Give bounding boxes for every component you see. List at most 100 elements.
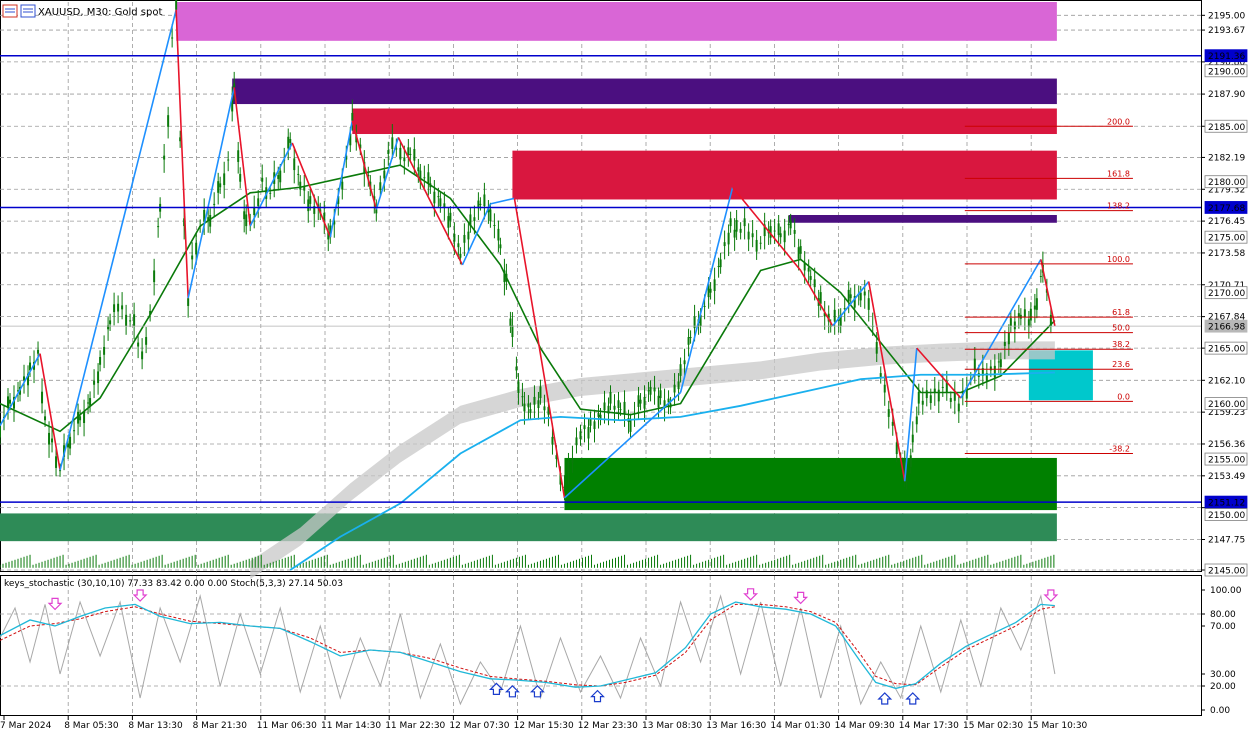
candle-body[interactable] — [73, 430, 76, 432]
candle-body[interactable] — [649, 386, 652, 395]
candle-body[interactable] — [0, 425, 1, 438]
candle-body[interactable] — [171, 37, 174, 39]
candle-body[interactable] — [257, 198, 260, 207]
candle-body[interactable] — [849, 294, 852, 299]
candle-body[interactable] — [499, 244, 502, 249]
candle-body[interactable] — [433, 191, 436, 204]
candle-body[interactable] — [141, 351, 144, 360]
candle-body[interactable] — [253, 207, 256, 215]
candle-body[interactable] — [925, 390, 928, 399]
candle-body[interactable] — [121, 305, 124, 310]
candle-body[interactable] — [543, 406, 546, 411]
candle-body[interactable] — [413, 148, 416, 161]
candle-body[interactable] — [911, 434, 914, 443]
candle-body[interactable] — [751, 233, 754, 238]
candle-body[interactable] — [473, 217, 476, 222]
candle-body[interactable] — [409, 153, 412, 155]
candle-body[interactable] — [719, 259, 722, 268]
candle-body[interactable] — [515, 366, 518, 371]
price-level-tag-label[interactable]: 2165.00 — [1208, 345, 1245, 355]
price-level-tag-label[interactable]: 2185.00 — [1208, 123, 1245, 133]
candle-body[interactable] — [479, 203, 482, 205]
candle-body[interactable] — [739, 228, 742, 233]
candle-body[interactable] — [93, 380, 96, 385]
candle-body[interactable] — [909, 455, 912, 468]
candle-body[interactable] — [523, 403, 526, 412]
candle-body[interactable] — [789, 220, 792, 229]
candle-body[interactable] — [309, 196, 312, 204]
candle-body[interactable] — [191, 255, 194, 260]
time-tick-label[interactable]: 14 Mar 01:30 — [770, 721, 830, 731]
candle-body[interactable] — [733, 229, 736, 238]
candle-body[interactable] — [1003, 342, 1006, 346]
candle-body[interactable] — [613, 405, 616, 410]
candle-body[interactable] — [493, 224, 496, 226]
candle-body[interactable] — [957, 403, 960, 412]
candle-body[interactable] — [905, 477, 908, 482]
candle-body[interactable] — [629, 420, 632, 432]
time-tick-label[interactable]: 14 Mar 17:30 — [899, 721, 959, 731]
candle-body[interactable] — [383, 170, 386, 179]
candle-body[interactable] — [219, 183, 222, 188]
candle-body[interactable] — [195, 242, 198, 255]
candle-body[interactable] — [439, 198, 442, 207]
candle-body[interactable] — [1035, 298, 1038, 310]
candle-body[interactable] — [509, 318, 512, 327]
time-tick-label[interactable]: 8 Mar 05:30 — [64, 721, 119, 731]
candle-body[interactable] — [797, 247, 800, 259]
candle-body[interactable] — [787, 223, 790, 225]
candle-body[interactable] — [1023, 309, 1026, 318]
price-level-tag-label[interactable]: 2175.00 — [1208, 234, 1245, 244]
candle-body[interactable] — [673, 384, 676, 393]
candle-body[interactable] — [657, 395, 660, 408]
candle-body[interactable] — [153, 270, 156, 283]
candle-body[interactable] — [643, 396, 646, 409]
price-level-tag-label[interactable]: 2170.00 — [1208, 289, 1245, 299]
candle-body[interactable] — [783, 230, 786, 243]
candle-body[interactable] — [713, 279, 716, 291]
candle-body[interactable] — [227, 159, 230, 161]
candle-body[interactable] — [847, 289, 850, 302]
candle-body[interactable] — [41, 391, 44, 404]
candle-body[interactable] — [563, 486, 566, 488]
time-tick-label[interactable]: 8 Mar 13:30 — [128, 721, 183, 731]
candle-body[interactable] — [157, 226, 160, 228]
candle-body[interactable] — [575, 437, 578, 446]
candle-body[interactable] — [773, 230, 776, 232]
time-tick-label[interactable]: 7 Mar 2024 — [0, 721, 52, 731]
candle-body[interactable] — [533, 396, 536, 405]
candle-body[interactable] — [867, 298, 870, 310]
time-tick-label[interactable]: 11 Mar 14:30 — [321, 721, 381, 731]
candle-body[interactable] — [99, 357, 102, 365]
price-level-tag-label[interactable]: 2160.00 — [1208, 400, 1245, 410]
candle-body[interactable] — [863, 291, 866, 296]
candle-body[interactable] — [759, 242, 762, 244]
candle-body[interactable] — [917, 391, 920, 404]
candle-body[interactable] — [37, 349, 40, 354]
candle-body[interactable] — [929, 395, 932, 404]
candle-body[interactable] — [755, 239, 758, 252]
candle-body[interactable] — [597, 413, 600, 417]
candle-body[interactable] — [403, 157, 406, 162]
candle-body[interactable] — [289, 139, 292, 143]
price-level-tag-label[interactable]: 2166.98 — [1208, 323, 1245, 333]
candle-body[interactable] — [307, 199, 310, 212]
candle-body[interactable] — [887, 409, 890, 417]
candle-body[interactable] — [97, 371, 100, 384]
candle-body[interactable] — [125, 314, 128, 327]
candle-body[interactable] — [213, 203, 216, 205]
candle-body[interactable] — [9, 399, 12, 404]
candle-body[interactable] — [579, 431, 582, 440]
candle-body[interactable] — [537, 400, 540, 409]
time-tick-label[interactable]: 15 Mar 10:30 — [1027, 721, 1087, 731]
candle-body[interactable] — [793, 229, 796, 234]
candle-body[interactable] — [103, 347, 106, 355]
candle-body[interactable] — [245, 214, 248, 227]
price-level-tag-label[interactable]: 2151.12 — [1208, 499, 1245, 509]
candle-body[interactable] — [277, 175, 280, 179]
candle-body[interactable] — [279, 170, 282, 183]
candle-body[interactable] — [915, 416, 918, 425]
candle-body[interactable] — [109, 320, 112, 325]
candle-body[interactable] — [689, 337, 692, 339]
candle-body[interactable] — [163, 155, 166, 160]
